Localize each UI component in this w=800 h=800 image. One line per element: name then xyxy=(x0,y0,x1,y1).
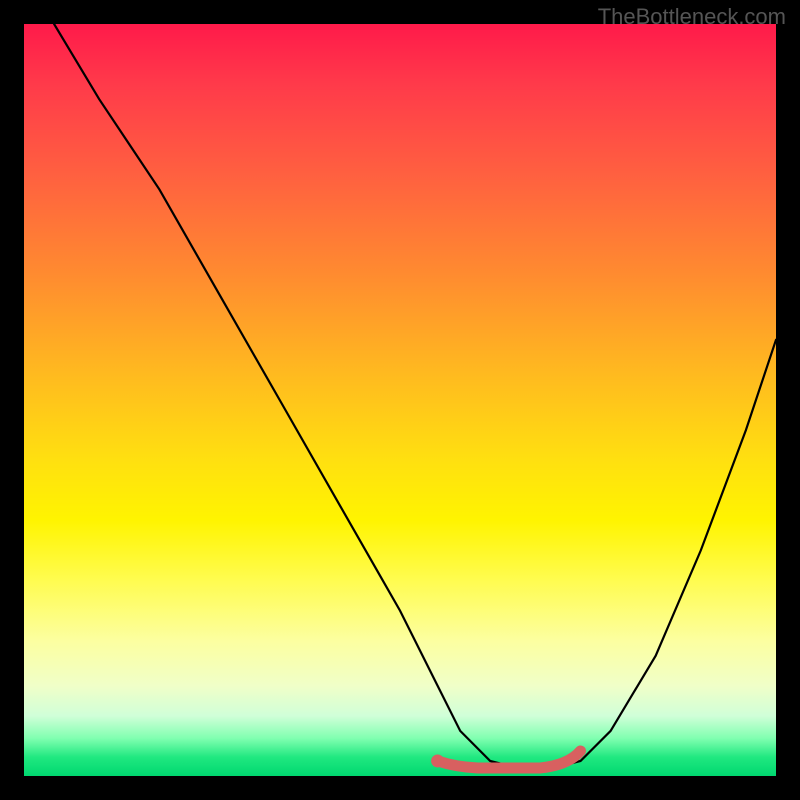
bottleneck-curve-line xyxy=(54,24,776,769)
highlight-start-dot xyxy=(431,754,444,767)
watermark-text: TheBottleneck.com xyxy=(598,4,786,30)
plot-area xyxy=(24,24,776,776)
flat-bottom-highlight xyxy=(438,751,581,768)
chart-svg xyxy=(24,24,776,776)
